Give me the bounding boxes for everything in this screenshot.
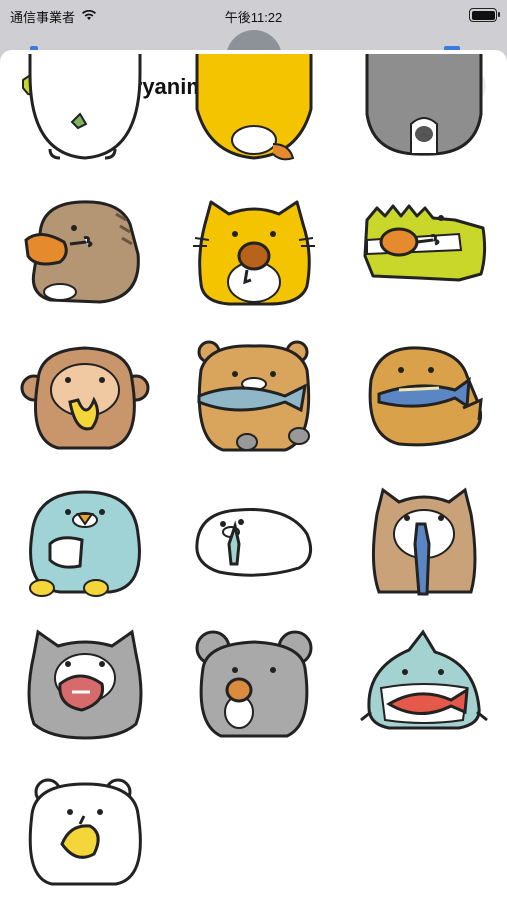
sticker-monkey-banana[interactable]	[20, 340, 150, 460]
sticker-sheet: hungryanimal	[0, 50, 507, 900]
status-time: 午後11:22	[224, 10, 283, 25]
sticker-penguin-rice[interactable]	[20, 484, 150, 604]
sticker-cat-meat[interactable]	[20, 628, 150, 748]
sticker-penguin-partial[interactable]	[20, 50, 150, 174]
sticker-seal-fish[interactable]	[189, 484, 319, 604]
sticker-crocodile-chicken[interactable]	[359, 194, 489, 314]
sticker-dinosaur-chicken[interactable]	[20, 194, 150, 314]
battery-icon	[469, 8, 500, 22]
sticker-yellow-cat-partial[interactable]	[189, 50, 319, 174]
sticker-white-bear-lemon[interactable]	[20, 774, 150, 894]
sticker-gray-animal-partial[interactable]	[359, 50, 489, 174]
sticker-shark-fish[interactable]	[359, 628, 489, 748]
sticker-yellow-cat-chicken[interactable]	[189, 194, 319, 314]
sticker-chinchilla-nut[interactable]	[189, 628, 319, 748]
sticker-shiba-fish[interactable]	[359, 484, 489, 604]
sticker-bear-fish[interactable]	[189, 340, 319, 460]
status-bar: 通信事業者 午後11:22	[0, 0, 507, 30]
sticker-walrus-fish[interactable]	[359, 340, 489, 460]
